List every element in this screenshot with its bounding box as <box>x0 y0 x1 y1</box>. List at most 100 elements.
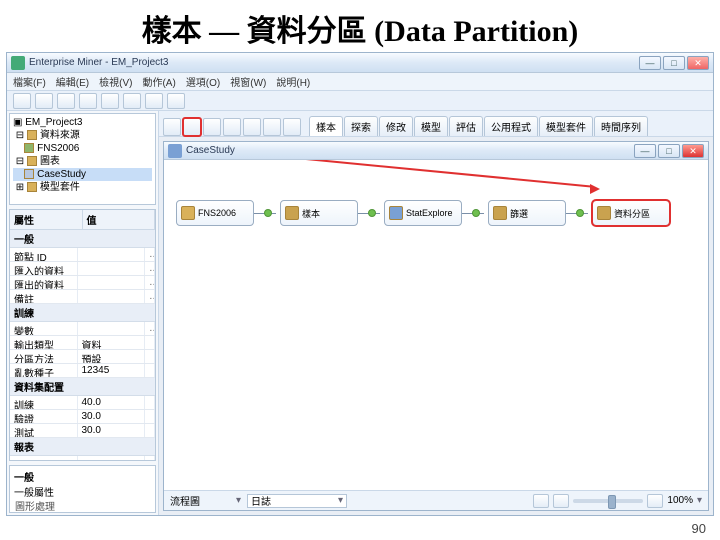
palette-icon[interactable] <box>203 118 221 136</box>
statusbar-select[interactable]: 日誌▾ <box>247 494 347 508</box>
prop-group-report: 報表 <box>10 438 155 456</box>
connector-dot <box>368 209 376 217</box>
menubar: 檔案(F) 編輯(E) 檢視(V) 動作(A) 選項(O) 視窗(W) 說明(H… <box>7 73 713 91</box>
desc-body: 一般屬性 <box>14 484 151 499</box>
prop-row[interactable]: 驗證30.0 <box>10 410 155 424</box>
project-tree[interactable]: ▣ EM_Project3 ⊟ 資料來源 FNS2006 ⊟ 圖表 CaseSt… <box>9 113 156 205</box>
zoom-slider[interactable] <box>573 499 643 503</box>
prop-row[interactable]: 訓練40.0 <box>10 396 155 410</box>
palette-bar: 樣本 探索 修改 模型 評估 公用程式 模型套件 時間序列 <box>159 111 713 137</box>
window-status-label: 圖形處理 <box>15 498 55 513</box>
prop-row[interactable]: 匯出的資料… <box>10 276 155 290</box>
node-sample[interactable]: 樣本 <box>280 200 358 226</box>
palette-icon[interactable] <box>283 118 301 136</box>
window-title: Enterprise Miner - EM_Project3 <box>29 57 639 68</box>
prop-row[interactable]: 匯入的資料… <box>10 262 155 276</box>
palette-icon-data-partition[interactable] <box>183 118 201 136</box>
statexplore-icon <box>389 206 403 220</box>
tab-model[interactable]: 模型 <box>414 116 448 136</box>
prop-row[interactable]: 變數… <box>10 322 155 336</box>
close-button[interactable]: ✕ <box>687 56 709 70</box>
diagram-maximize[interactable]: □ <box>658 144 680 158</box>
statusbar-label: 流程圖 <box>170 493 230 508</box>
node-data-partition[interactable]: 資料分區 <box>592 200 670 226</box>
desc-title: 一般 <box>14 469 151 484</box>
menu-edit[interactable]: 編輯(E) <box>56 74 89 89</box>
tab-assess[interactable]: 評估 <box>449 116 483 136</box>
toolbar-button[interactable] <box>123 93 141 109</box>
filter-icon <box>493 206 507 220</box>
menu-view[interactable]: 檢視(V) <box>99 74 132 89</box>
node-datasource[interactable]: FNS2006 <box>176 200 254 226</box>
node-statexplore[interactable]: StatExplore <box>384 200 462 226</box>
connector-dot <box>576 209 584 217</box>
tab-package[interactable]: 模型套件 <box>539 116 593 136</box>
palette-icon[interactable] <box>163 118 181 136</box>
tree-item-selected[interactable]: CaseStudy <box>13 168 152 181</box>
run-icon[interactable] <box>533 494 549 508</box>
prop-group-general: 一般 <box>10 230 155 248</box>
tab-sample[interactable]: 樣本 <box>309 116 343 136</box>
menu-window[interactable]: 視窗(W) <box>230 74 266 89</box>
prop-row[interactable]: 亂數種子12345 <box>10 364 155 378</box>
minimize-button[interactable]: — <box>639 56 661 70</box>
diagram-window: CaseStudy — □ ✕ FNS2006 樣本 <box>163 141 709 511</box>
palette-tabs: 樣本 探索 修改 模型 評估 公用程式 模型套件 時間序列 <box>309 116 648 136</box>
toolbar-button[interactable] <box>79 93 97 109</box>
tab-utility[interactable]: 公用程式 <box>484 116 538 136</box>
tree-item[interactable]: ⊟ 資料來源 <box>13 129 152 142</box>
diagram-close[interactable]: ✕ <box>682 144 704 158</box>
prop-header-name: 屬性 <box>10 210 83 229</box>
datasource-icon <box>181 206 195 220</box>
node-filter[interactable]: 篩選 <box>488 200 566 226</box>
palette-icon[interactable] <box>243 118 261 136</box>
connector-dot <box>472 209 480 217</box>
prop-group-alloc: 資料集配置 <box>10 378 155 396</box>
palette-icon[interactable] <box>263 118 281 136</box>
toolbar-button[interactable] <box>57 93 75 109</box>
connector-dot <box>264 209 272 217</box>
sample-icon <box>285 206 299 220</box>
prop-row[interactable]: 節點 ID… <box>10 248 155 262</box>
diagram-statusbar: 流程圖 ▾ 日誌▾ 100% ▾ <box>164 490 708 510</box>
prop-group-train: 訓練 <box>10 304 155 322</box>
prop-row[interactable]: 分區方法預設 <box>10 350 155 364</box>
tab-modify[interactable]: 修改 <box>379 116 413 136</box>
tab-explore[interactable]: 探索 <box>344 116 378 136</box>
toolbar-button[interactable] <box>145 93 163 109</box>
toolbar-button[interactable] <box>35 93 53 109</box>
maximize-button[interactable]: □ <box>663 56 685 70</box>
toolbar <box>7 91 713 111</box>
right-panel: 樣本 探索 修改 模型 評估 公用程式 模型套件 時間序列 CaseStudy … <box>159 111 713 515</box>
toolbar-button[interactable] <box>101 93 119 109</box>
zoom-label: 100% <box>667 495 693 506</box>
tab-timeseries[interactable]: 時間序列 <box>594 116 648 136</box>
toolbar-button[interactable] <box>167 93 185 109</box>
prop-row[interactable]: 區間目標 <box>10 456 155 461</box>
app-window: Enterprise Miner - EM_Project3 — □ ✕ 檔案(… <box>6 52 714 516</box>
palette-icon[interactable] <box>223 118 241 136</box>
tree-item[interactable]: FNS2006 <box>13 142 152 155</box>
menu-help[interactable]: 說明(H) <box>276 74 310 89</box>
menu-file[interactable]: 檔案(F) <box>13 74 46 89</box>
menu-options[interactable]: 選項(O) <box>186 74 220 89</box>
diagram-canvas[interactable]: FNS2006 樣本 StatExplore 篩選 資料分區 <box>164 160 708 490</box>
page-number: 90 <box>692 521 706 536</box>
tree-item[interactable]: ⊞ 模型套件 <box>13 181 152 194</box>
titlebar: Enterprise Miner - EM_Project3 — □ ✕ <box>7 53 713 73</box>
prop-row[interactable]: 測試30.0 <box>10 424 155 438</box>
tree-root[interactable]: ▣ EM_Project3 <box>13 116 152 129</box>
chevron-down-icon[interactable]: ▾ <box>697 495 702 506</box>
menu-action[interactable]: 動作(A) <box>142 74 175 89</box>
left-panel: ▣ EM_Project3 ⊟ 資料來源 FNS2006 ⊟ 圖表 CaseSt… <box>7 111 159 515</box>
slide-title: 樣本 — 資料分區 (Data Partition) <box>0 0 720 54</box>
annotation-arrow <box>202 160 592 188</box>
prop-row[interactable]: 輸出類型資料 <box>10 336 155 350</box>
toolbar-button[interactable] <box>13 93 31 109</box>
tree-item[interactable]: ⊟ 圖表 <box>13 155 152 168</box>
diagram-minimize[interactable]: — <box>634 144 656 158</box>
prop-row[interactable]: 備註… <box>10 290 155 304</box>
partition-icon <box>597 206 611 220</box>
zoom-in-button[interactable] <box>647 494 663 508</box>
zoom-out-button[interactable] <box>553 494 569 508</box>
